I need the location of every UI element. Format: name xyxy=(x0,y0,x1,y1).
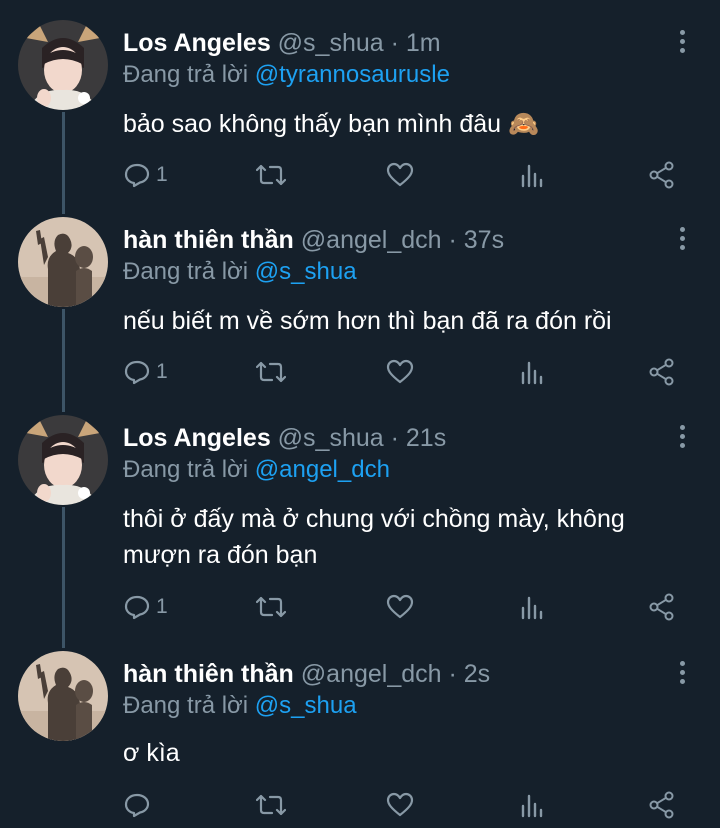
reply-icon xyxy=(124,793,150,818)
analytics-icon xyxy=(521,794,543,818)
separator: · xyxy=(448,660,457,688)
avatar[interactable] xyxy=(18,651,108,741)
tweet[interactable]: hàn thiên thần @angel_dch · 2s Đang trả … xyxy=(0,0,720,828)
user-handle[interactable]: @angel_dch xyxy=(301,660,442,688)
mention-link[interactable]: @s_shua xyxy=(255,692,357,719)
retweet-button[interactable] xyxy=(256,788,286,822)
action-bar xyxy=(118,788,698,822)
like-button[interactable] xyxy=(386,788,414,822)
replying-to: Đang trả lời @s_shua xyxy=(123,691,357,721)
share-button[interactable] xyxy=(648,788,676,822)
tweet-header: hàn thiên thần @angel_dch · 2s xyxy=(123,659,490,689)
reply-button[interactable] xyxy=(124,788,156,822)
avatar-shadow-silhouette-icon xyxy=(18,651,108,741)
display-name[interactable]: hàn thiên thần xyxy=(123,660,294,688)
more-options-button[interactable] xyxy=(672,657,692,687)
replying-prefix: Đang trả lời xyxy=(123,692,249,719)
retweet-icon xyxy=(256,794,286,816)
analytics-button[interactable] xyxy=(520,788,544,822)
heart-icon xyxy=(386,792,414,817)
tweet-text: ơ kìa xyxy=(123,739,180,767)
share-icon xyxy=(649,791,674,819)
timestamp[interactable]: 2s xyxy=(464,660,490,688)
